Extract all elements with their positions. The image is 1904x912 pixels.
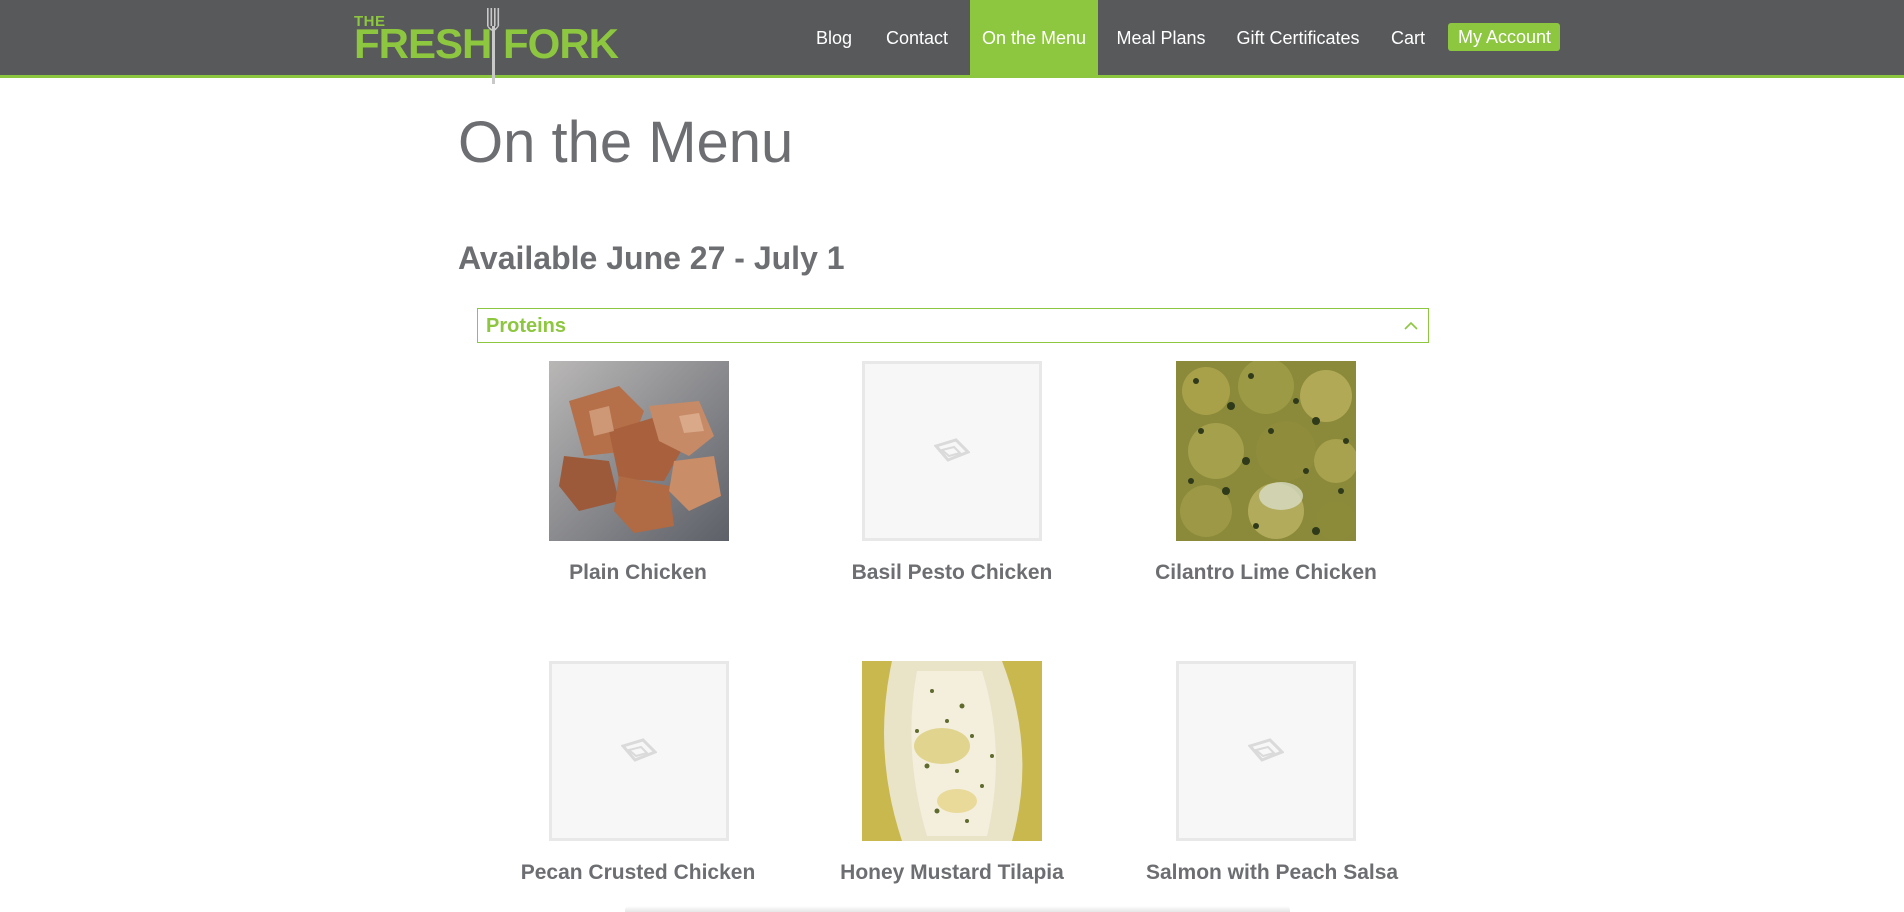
my-account-button[interactable]: My Account (1448, 23, 1560, 51)
honey-mustard-tilapia-photo (862, 661, 1042, 841)
fork-icon (487, 8, 500, 84)
menu-item-name: Plain Chicken (569, 561, 707, 584)
image-placeholder (549, 661, 729, 841)
availability-heading: Available June 27 - July 1 (458, 240, 845, 276)
nav-meal-plans[interactable]: Meal Plans (1114, 0, 1208, 76)
logo-fresh-text: FRESH (354, 20, 492, 67)
menu-item-name: Cilantro Lime Chicken (1155, 561, 1377, 584)
logo-fork-text: FORK (503, 20, 619, 67)
menu-item-name: Honey Mustard Tilapia (840, 861, 1064, 884)
menu-item-card[interactable]: Honey Mustard Tilapia (832, 661, 1072, 891)
image-placeholder (1176, 661, 1356, 841)
plain-chicken-photo (549, 361, 729, 541)
nav-blog[interactable]: Blog (808, 0, 860, 76)
nav-cart[interactable]: Cart (1388, 0, 1428, 76)
cilantro-lime-chicken-photo (1176, 361, 1356, 541)
menu-item-card[interactable]: Cilantro Lime Chicken (1146, 361, 1386, 591)
menu-item-name: Salmon with Peach Salsa (1146, 861, 1399, 884)
image-placeholder (862, 361, 1042, 541)
accordion-label: Proteins (486, 315, 567, 337)
broken-image-icon (934, 438, 970, 462)
site-header: THE FRESH FORK Blog Contact On the Menu … (0, 0, 1904, 84)
bottom-bar-edge (625, 906, 1290, 912)
chevron-up-icon (1404, 321, 1418, 330)
nav-gift-certificates[interactable]: Gift Certificates (1232, 0, 1364, 76)
menu-item-card[interactable]: Salmon with Peach Salsa (1146, 661, 1399, 891)
menu-item-name: Pecan Crusted Chicken (520, 861, 756, 884)
page-title: On the Menu (458, 110, 794, 175)
menu-item-name: Basil Pesto Chicken (851, 561, 1053, 584)
broken-image-icon (621, 738, 657, 762)
proteins-accordion-header[interactable]: Proteins (477, 308, 1429, 343)
broken-image-icon (1248, 738, 1284, 762)
menu-item-card[interactable]: Pecan Crusted Chicken (518, 661, 758, 891)
nav-on-the-menu[interactable]: On the Menu (970, 0, 1098, 76)
menu-item-card[interactable]: Basil Pesto Chicken (832, 361, 1072, 591)
fresh-fork-logo[interactable]: THE FRESH FORK (354, 8, 619, 86)
nav-contact[interactable]: Contact (880, 0, 954, 76)
menu-item-card[interactable]: Plain Chicken (518, 361, 758, 591)
